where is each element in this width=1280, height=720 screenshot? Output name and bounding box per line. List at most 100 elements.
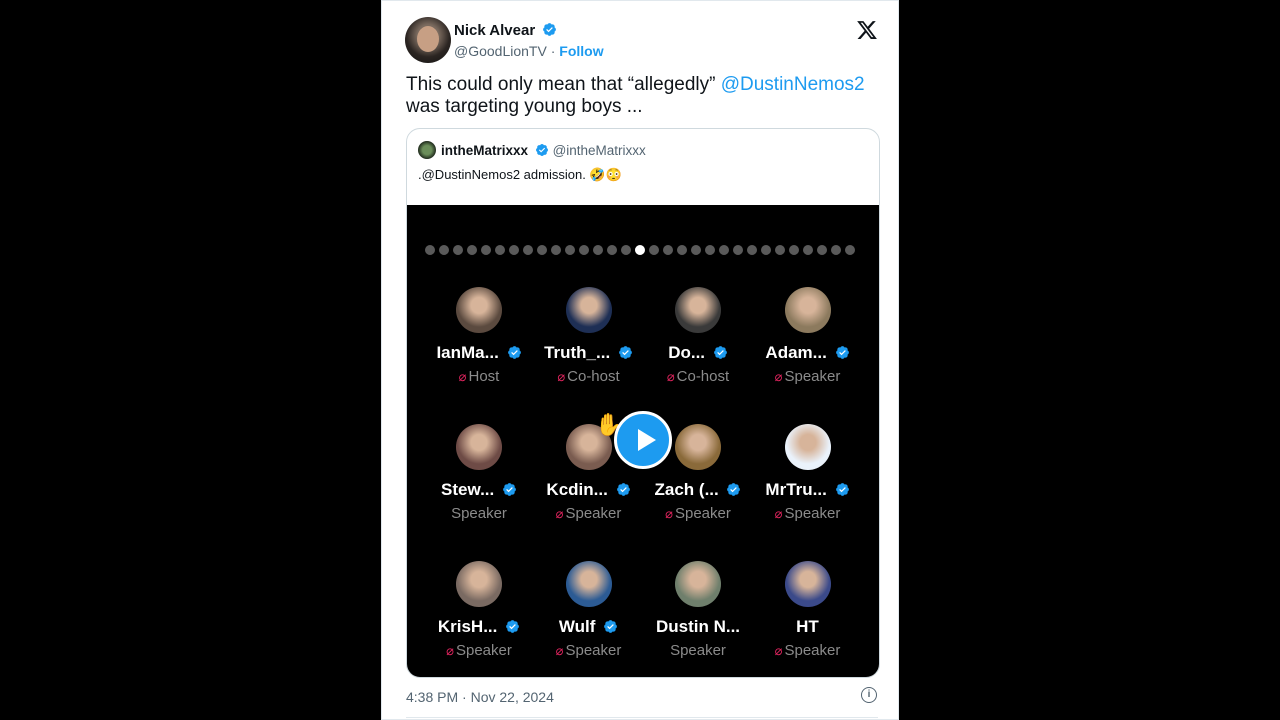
participant-role-text: Co-host bbox=[676, 368, 730, 385]
handle-separator: · bbox=[550, 43, 556, 59]
participant-name: Zach (... bbox=[643, 480, 753, 500]
participant-avatar[interactable] bbox=[784, 561, 831, 607]
participant-avatar[interactable] bbox=[675, 561, 721, 607]
verified-badge-icon bbox=[506, 620, 520, 633]
participant-avatar[interactable] bbox=[456, 424, 502, 470]
participant-name: Stew... bbox=[424, 480, 534, 500]
mic-muted-icon: ⌀ bbox=[446, 643, 454, 658]
tweet-text: This could only mean that “allegedly” @D… bbox=[406, 74, 876, 118]
participant-name-text: MrTru... bbox=[765, 480, 827, 499]
participant-role-text: Speaker bbox=[784, 642, 841, 659]
carousel-dot bbox=[789, 245, 799, 255]
carousel-dot bbox=[509, 245, 519, 255]
carousel-dot bbox=[733, 245, 743, 255]
participant-role: ⌀ Speaker bbox=[753, 642, 863, 659]
carousel-dot bbox=[817, 245, 827, 255]
participant-role-text: Host bbox=[468, 368, 500, 385]
participant-name-text: Truth_... bbox=[544, 343, 611, 362]
verified-badge-icon bbox=[507, 346, 521, 359]
participant-role-text: Speaker bbox=[565, 642, 622, 659]
participant-role-text: Speaker bbox=[670, 642, 726, 659]
author-name[interactable]: Nick Alvear bbox=[454, 22, 557, 39]
carousel-dot bbox=[439, 245, 449, 255]
author-avatar[interactable] bbox=[405, 17, 451, 63]
participant-avatar[interactable] bbox=[784, 424, 831, 470]
participant-avatar[interactable] bbox=[456, 287, 502, 333]
participant-card[interactable]: Do... ⌀ Co-host bbox=[643, 287, 753, 385]
verified-badge-icon bbox=[835, 483, 849, 496]
quote-author-name[interactable]: intheMatrixxx @intheMatrixxx bbox=[441, 143, 646, 158]
carousel-dot bbox=[565, 245, 575, 255]
participant-avatar[interactable] bbox=[456, 561, 502, 607]
participant-avatar[interactable] bbox=[784, 287, 831, 333]
mic-muted-icon: ⌀ bbox=[555, 506, 564, 521]
divider bbox=[406, 717, 878, 718]
participant-name-text: Stew... bbox=[441, 480, 495, 499]
play-icon[interactable] bbox=[614, 411, 672, 469]
tweet-timestamp[interactable]: 4:38 PM · Nov 22, 2024 bbox=[406, 689, 554, 705]
carousel-dot bbox=[523, 245, 533, 255]
participant-role: ⌀ Co-host bbox=[643, 368, 753, 385]
carousel-dot bbox=[607, 245, 617, 255]
participant-name-text: Adam... bbox=[765, 343, 827, 362]
participant-avatar[interactable] bbox=[565, 287, 612, 333]
tweet-card: Nick Alvear @GoodLionTV · Follow This co… bbox=[381, 0, 899, 720]
carousel-dot bbox=[621, 245, 631, 255]
participant-name: Truth_... bbox=[534, 343, 644, 363]
verified-badge-icon bbox=[503, 483, 516, 496]
participant-name: MrTru... bbox=[753, 480, 863, 500]
mic-muted-icon: ⌀ bbox=[774, 369, 783, 384]
video-player[interactable]: IanMa... ⌀ Host Truth_... ⌀ Co-host Do... ⌀ C… bbox=[407, 205, 879, 677]
participant-card[interactable]: Wulf ⌀ Speaker bbox=[534, 561, 644, 659]
participant-card[interactable]: KrisH... ⌀ Speaker bbox=[424, 561, 534, 659]
carousel-dot bbox=[719, 245, 729, 255]
carousel-dot bbox=[495, 245, 505, 255]
participant-role-text: Speaker bbox=[455, 642, 512, 659]
participant-role-text: Speaker bbox=[784, 505, 841, 522]
quoted-tweet[interactable]: intheMatrixxx @intheMatrixxx .@DustinNem… bbox=[406, 128, 880, 678]
participant-name: Do... bbox=[643, 343, 753, 363]
participant-card[interactable]: Adam... ⌀ Speaker bbox=[753, 287, 863, 385]
participant-name: HT bbox=[753, 617, 863, 637]
participant-card[interactable]: MrTru... ⌀ Speaker bbox=[753, 424, 863, 522]
participant-role: ⌀ Speaker bbox=[643, 505, 753, 522]
participant-name: KrisH... bbox=[424, 617, 534, 637]
participant-name-text: KrisH... bbox=[437, 617, 498, 636]
quote-author-handle: @intheMatrixxx bbox=[552, 143, 646, 158]
author-handle[interactable]: @GoodLionTV bbox=[454, 43, 547, 59]
carousel-dot bbox=[481, 245, 491, 255]
participant-name-text: Wulf bbox=[558, 617, 596, 636]
participant-role-text: Speaker bbox=[674, 505, 731, 522]
participant-card[interactable]: Dustin N... Speaker bbox=[643, 561, 753, 659]
carousel-dot bbox=[551, 245, 561, 255]
quote-author-avatar[interactable] bbox=[418, 141, 436, 159]
x-logo-icon[interactable] bbox=[856, 19, 878, 41]
carousel-dot bbox=[425, 245, 435, 255]
participant-role: ⌀ Host bbox=[424, 368, 534, 385]
info-icon[interactable]: i bbox=[861, 687, 877, 703]
carousel-dot bbox=[635, 245, 645, 255]
mic-muted-icon: ⌀ bbox=[555, 643, 564, 658]
participant-role-text: Speaker bbox=[451, 505, 507, 522]
carousel-dot bbox=[705, 245, 715, 255]
quote-author-name-text: intheMatrixxx bbox=[441, 143, 529, 158]
participant-card[interactable]: Stew... Speaker bbox=[424, 424, 534, 522]
carousel-dot bbox=[663, 245, 673, 255]
participant-name: Adam... bbox=[753, 343, 863, 363]
participant-name: Wulf bbox=[534, 617, 644, 637]
participant-avatar[interactable] bbox=[675, 287, 721, 333]
carousel-dot bbox=[467, 245, 477, 255]
participant-role-text: Speaker bbox=[565, 505, 622, 522]
participant-name-text: HT bbox=[796, 617, 819, 636]
author-name-text[interactable]: Nick Alvear bbox=[454, 22, 535, 39]
participant-card[interactable]: Truth_... ⌀ Co-host bbox=[534, 287, 644, 385]
participant-avatar[interactable] bbox=[565, 561, 612, 607]
follow-button[interactable]: Follow bbox=[559, 43, 603, 59]
participant-avatar[interactable] bbox=[675, 424, 721, 470]
tweet-mention-link[interactable]: @DustinNemos2 bbox=[721, 74, 865, 95]
participant-card[interactable]: IanMa... ⌀ Host bbox=[424, 287, 534, 385]
participant-name-text: Dustin N... bbox=[655, 617, 741, 636]
participant-card[interactable]: HT ⌀ Speaker bbox=[753, 561, 863, 659]
quote-text: .@DustinNemos2 admission. 🤣😳 bbox=[418, 167, 622, 182]
carousel-dot bbox=[747, 245, 757, 255]
